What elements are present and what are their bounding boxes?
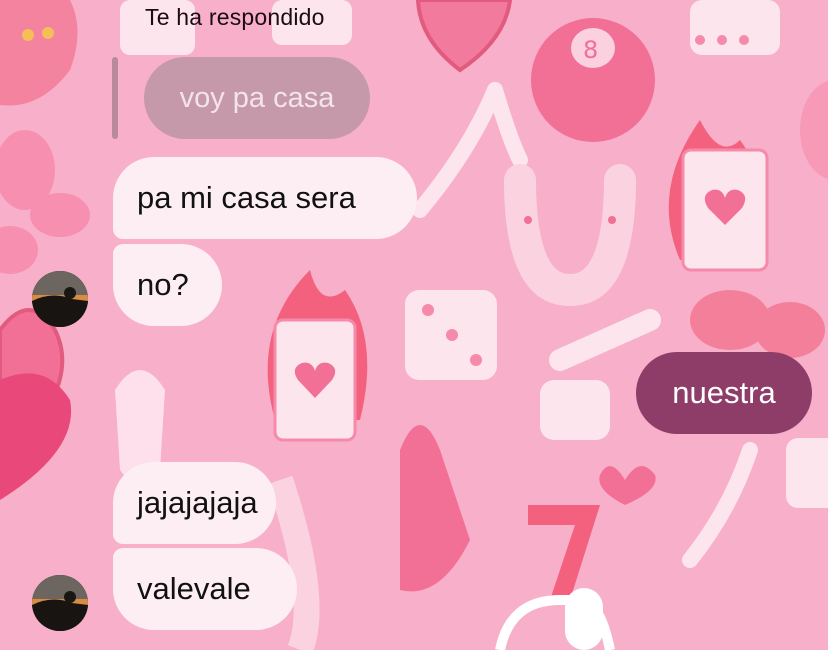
profile-photo-sunset-icon [32,575,88,631]
incoming-message-bubble[interactable]: jajajajaja [113,462,276,544]
svg-text:8: 8 [583,36,598,64]
quoted-message-bubble[interactable]: voy pa casa [144,57,370,139]
reply-indicator-bar [112,57,118,139]
incoming-message-bubble[interactable]: pa mi casa sera [113,157,417,239]
profile-photo-sunset-icon [32,271,88,327]
avatar[interactable] [32,575,88,631]
outgoing-message-bubble[interactable]: nuestra [636,352,812,434]
incoming-message-bubble[interactable]: valevale [113,548,297,630]
reply-header: Te ha respondido [145,4,325,30]
incoming-message-bubble[interactable]: no? [113,244,222,326]
hand-illustration [0,0,78,106]
avatar[interactable] [32,271,88,327]
